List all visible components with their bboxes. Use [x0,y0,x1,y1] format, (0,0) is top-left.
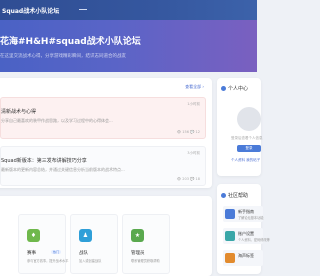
team-icon: ♟ [79,229,92,242]
account-icon [225,231,235,241]
help-item-guide[interactable]: 新手指南 了解论坛基本功能 [223,206,264,222]
help-item-account[interactable]: 账户设置 个人资料、密码修改等 [223,228,270,244]
latest-posts-card: 查看全部 › 1小时前 清新战术与心得 分享自己最喜欢的装甲作战思路，以及学习过… [0,78,212,188]
help-item-tags[interactable]: 海声标签 [223,250,263,266]
profile-header-label: 个人中心 [228,86,249,92]
role-badge: 热门 [50,250,61,254]
help-item-desc: 个人资料、密码修改等 [238,238,270,242]
post-title[interactable]: Squad新版本：第三发布讲解技巧分享 [1,157,87,164]
trophy-icon: ♦ [27,229,40,242]
login-hint: 登录后查看个人信息 [231,136,263,140]
hero-title: 花海#H&H#squad战术小队论坛 [0,37,141,47]
post-description: 分享自己最喜欢的装甲作战思路，以及学习过程中的心得体会... [1,118,113,123]
post-date: 3小时前 [187,151,200,155]
nav-active-indicator[interactable] [73,0,99,20]
role-card-team[interactable]: ♟ 战队 加入或创建战队 [70,214,118,274]
role-name: 赛事 [27,251,36,256]
help-item-title: 海声标签 [238,253,254,258]
hero-subtitle: 在这里交流战术心得，分享游戏精彩瞬间，结识志同道合的战友 [0,54,126,59]
profile-links[interactable]: 个人资料 我的帖子 [231,158,260,163]
help-item-desc: 了解论坛基本功能 [238,216,264,220]
role-name: 管理员 [131,251,145,256]
post-stats: 👁 156 💬 12 [176,130,200,134]
guide-icon [225,209,235,219]
role-description: 加入或创建战队 [79,259,102,263]
post-stats: 👁 203 💬 18 [176,177,200,181]
role-description: 参与官方赛事，提升战术水平 [27,259,69,263]
role-card-admin[interactable]: ★ 管理员 联系管理员获取帮助 [122,214,170,274]
role-description: 联系管理员获取帮助 [131,259,160,263]
help-header: 社区帮助 [221,192,248,199]
user-icon [221,86,226,91]
avatar [237,107,261,131]
view-all-link[interactable]: 查看全部 › [185,84,204,90]
post-item[interactable]: 1小时前 清新战术与心得 分享自己最喜欢的装甲作战思路，以及学习过程中的心得体会… [0,97,206,139]
hero-banner: 花海#H&H#squad战术小队论坛 在这里交流战术心得，分享游戏精彩瞬间，结识… [0,20,257,72]
post-description: 最新版本的更新内容总结，并通过关键信息分析当前版本的战术特点... [1,167,125,172]
profile-card: 个人中心 登录后查看个人信息 登录 个人资料 我的帖子 [217,78,263,176]
login-button[interactable]: 登录 [237,145,261,152]
post-title[interactable]: 清新战术与心得 [1,108,36,115]
role-name: 战队 [79,251,88,256]
help-header-label: 社区帮助 [228,193,249,199]
top-navbar: Squad战术小队论坛 [0,0,257,20]
community-help-card: 社区帮助 新手指南 了解论坛基本功能 账户设置 个人资料、密码修改等 海声标签 [217,184,270,274]
post-date: 1小时前 [187,102,200,106]
roles-card: ♦ 赛事 热门 参与官方赛事，提升战术水平 ♟ 战队 加入或创建战队 ★ 管理员… [0,196,212,276]
tag-icon [225,253,235,263]
admin-icon: ★ [131,229,144,242]
role-card-events[interactable]: ♦ 赛事 热门 参与官方赛事，提升战术水平 [18,214,69,274]
post-item[interactable]: 3小时前 Squad新版本：第三发布讲解技巧分享 最新版本的更新内容总结，并通过… [0,146,206,186]
profile-header: 个人中心 [221,85,248,92]
brand-title[interactable]: Squad战术小队论坛 [0,6,59,15]
help-icon [221,193,226,198]
